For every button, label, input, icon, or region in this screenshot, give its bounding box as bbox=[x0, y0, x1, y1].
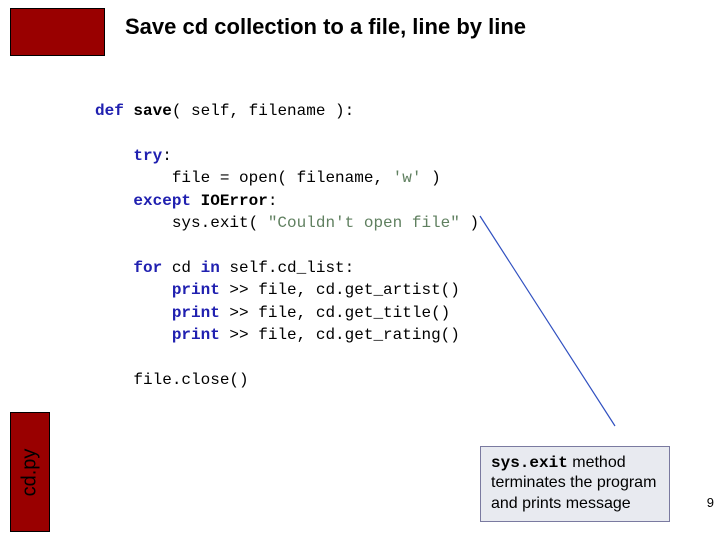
callout-mono: sys.exit bbox=[491, 454, 568, 472]
kw-in: in bbox=[201, 259, 220, 277]
slide-accent-box bbox=[10, 8, 105, 56]
filename-label: cd.py bbox=[19, 448, 42, 496]
annotation-callout: sys.exit method terminates the program a… bbox=[480, 446, 670, 522]
filename-sidebar: cd.py bbox=[10, 412, 50, 532]
kw-print-2: print bbox=[172, 304, 220, 322]
kw-print-3: print bbox=[172, 326, 220, 344]
p-artist: >> file, cd.get_artist() bbox=[220, 281, 460, 299]
sysexit-str: "Couldn't open file" bbox=[268, 214, 460, 232]
kw-except: except bbox=[133, 192, 191, 210]
kw-for: for bbox=[133, 259, 162, 277]
kw-try: try bbox=[133, 147, 162, 165]
sig-rest: ( self, filename ): bbox=[172, 102, 354, 120]
io-error: IOError bbox=[201, 192, 268, 210]
kw-def: def bbox=[95, 102, 124, 120]
open-line: file = open( filename, bbox=[172, 169, 393, 187]
open-after: ) bbox=[421, 169, 440, 187]
p-rating: >> file, cd.get_rating() bbox=[220, 326, 460, 344]
p-title: >> file, cd.get_title() bbox=[220, 304, 450, 322]
for-rest: self.cd_list: bbox=[220, 259, 354, 277]
close-line: file.close() bbox=[133, 371, 248, 389]
kw-print-1: print bbox=[172, 281, 220, 299]
code-snippet: def save( self, filename ): try: file = … bbox=[95, 100, 479, 391]
slide-title: Save cd collection to a file, line by li… bbox=[125, 14, 526, 40]
str-w: 'w' bbox=[393, 169, 422, 187]
sysexit-after: ) bbox=[460, 214, 479, 232]
callout-arrow bbox=[480, 216, 655, 436]
sysexit-call: sys.exit( bbox=[172, 214, 268, 232]
fn-name: save bbox=[133, 102, 171, 120]
page-number: 9 bbox=[707, 495, 714, 510]
for-mid: cd bbox=[162, 259, 200, 277]
